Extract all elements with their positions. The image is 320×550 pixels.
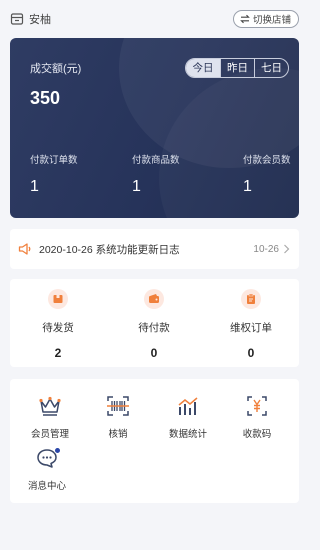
tab-today[interactable]: 今日 bbox=[186, 59, 220, 77]
period-tabs: 今日 昨日 七日 bbox=[185, 58, 289, 78]
announcement-date: 10-26 bbox=[253, 243, 279, 255]
order-to-ship[interactable]: 待发货 2 bbox=[23, 289, 93, 360]
metric-label: 付款商品数 bbox=[132, 155, 180, 166]
top-bar: 安柚 切换店铺 bbox=[0, 0, 309, 38]
metric-label: 付款订单数 bbox=[30, 155, 78, 166]
metric-value: 1 bbox=[30, 178, 39, 195]
metric-label: 付款会员数 bbox=[243, 155, 291, 166]
unread-badge bbox=[54, 447, 61, 454]
tab-yesterday[interactable]: 昨日 bbox=[220, 59, 254, 77]
switch-icon bbox=[240, 14, 250, 24]
tab-seven-days[interactable]: 七日 bbox=[254, 59, 288, 77]
tool-statistics[interactable]: 数据统计 bbox=[158, 395, 218, 440]
store-name: 安柚 bbox=[29, 14, 51, 26]
metric-paid-members: 付款会员数 1 bbox=[243, 152, 291, 196]
chart-icon bbox=[178, 397, 198, 415]
store-icon bbox=[10, 13, 24, 25]
tool-label: 核销 bbox=[108, 429, 128, 440]
order-label: 待发货 bbox=[42, 322, 74, 334]
order-label: 维权订单 bbox=[230, 322, 272, 334]
tool-message-center[interactable]: 消息中心 bbox=[17, 447, 77, 492]
announcement-text: 2020-10-26 系统功能更新日志 bbox=[39, 243, 180, 256]
metric-value: 1 bbox=[243, 178, 252, 195]
sales-amount-value: 350 bbox=[30, 88, 61, 108]
barcode-scan-icon bbox=[107, 396, 129, 416]
tool-verification[interactable]: 核销 bbox=[88, 395, 148, 440]
order-status-card: 待发货 2 待付款 0 维权订单 0 bbox=[10, 279, 299, 367]
sales-amount-label: 成交额(元) bbox=[30, 63, 82, 75]
tool-label: 会员管理 bbox=[30, 429, 69, 440]
order-count: 2 bbox=[54, 346, 62, 360]
yuan-scan-icon bbox=[247, 396, 267, 416]
announcement-bar[interactable]: 2020-10-26 系统功能更新日志 10-26 bbox=[10, 229, 299, 269]
order-label: 待付款 bbox=[138, 322, 170, 334]
order-count: 0 bbox=[247, 346, 255, 360]
metric-paid-products: 付款商品数 1 bbox=[132, 152, 180, 196]
switch-store-label: 切换店铺 bbox=[252, 15, 291, 26]
order-to-pay[interactable]: 待付款 0 bbox=[119, 289, 189, 360]
tool-label: 数据统计 bbox=[168, 429, 207, 440]
tool-member-management[interactable]: 会员管理 bbox=[20, 395, 80, 440]
sales-stats-card: 成交额(元) 350 今日 昨日 七日 付款订单数 1 付款商品数 1 付款会员… bbox=[10, 38, 299, 218]
metric-paid-orders: 付款订单数 1 bbox=[30, 152, 78, 196]
store-selector[interactable]: 安柚 bbox=[10, 11, 51, 27]
tools-grid-card: 会员管理 核销 数据统计 收款码 消息中心 bbox=[10, 379, 299, 503]
order-count: 0 bbox=[150, 346, 158, 360]
megaphone-icon bbox=[18, 243, 31, 255]
order-rights-protection[interactable]: 维权订单 0 bbox=[216, 289, 286, 360]
box-icon bbox=[48, 289, 68, 309]
tool-label: 收款码 bbox=[242, 429, 272, 440]
switch-store-button[interactable]: 切换店铺 bbox=[232, 10, 299, 28]
metric-value: 1 bbox=[132, 178, 141, 195]
crown-icon bbox=[39, 396, 61, 416]
chevron-right-icon bbox=[284, 244, 290, 254]
wallet-icon bbox=[144, 289, 164, 309]
tool-label: 消息中心 bbox=[27, 481, 66, 492]
tool-payment-code[interactable]: 收款码 bbox=[227, 395, 287, 440]
clipboard-icon bbox=[241, 289, 261, 309]
